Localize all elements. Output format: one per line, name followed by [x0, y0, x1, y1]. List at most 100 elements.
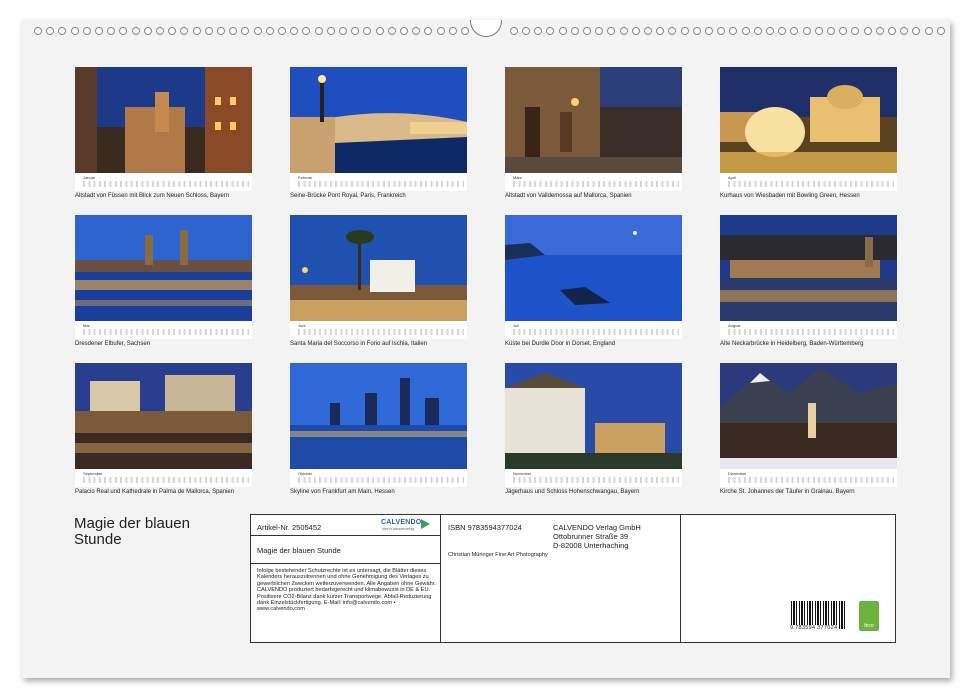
binding-ring — [802, 27, 811, 35]
month-label: März — [513, 175, 522, 180]
binding-ring — [448, 27, 457, 35]
author: Christian Müringer Fine Art Photography — [448, 552, 548, 558]
calendar-strip: Januar — [75, 173, 252, 191]
photo-april — [720, 67, 897, 173]
calendar-strip: November — [505, 469, 682, 487]
binding-ring — [290, 27, 299, 35]
info-panel: Artikel-Nr. 2505452 CALVENDO Mein Kalend… — [250, 514, 896, 643]
calvendo-logo: CALVENDO — [381, 519, 422, 526]
month-label: September — [83, 471, 103, 476]
binding-ring — [339, 27, 347, 35]
binding-ring — [814, 27, 823, 35]
binding-ring — [387, 27, 396, 35]
binding-ring — [692, 27, 701, 35]
binding-ring — [705, 27, 713, 35]
binding-ring — [253, 27, 262, 35]
binding-ring — [400, 27, 408, 35]
binding-ring — [583, 27, 591, 35]
photo-caption: Küste bei Durdle Door in Dorset, England — [505, 341, 616, 347]
month-label: November — [513, 471, 532, 476]
binding-ring — [95, 27, 103, 35]
feco-label: feco — [864, 623, 874, 629]
photo-mai — [75, 215, 252, 321]
photo-caption: Altstadt von Valldemossa auf Mallorca, S… — [505, 193, 632, 199]
legal-notice: Infolge bestehender Schutzrechte ist es … — [257, 568, 436, 613]
binding-ring — [778, 27, 787, 35]
binding-ring — [168, 27, 177, 35]
product-title: Magie der blauen Stunde — [257, 546, 341, 555]
day-grid — [83, 329, 249, 335]
calendar-strip: Juli — [505, 321, 682, 339]
photo-februar — [290, 67, 467, 173]
month-label: Juli — [513, 323, 520, 328]
binding-ring — [863, 27, 872, 35]
binding-ring — [351, 27, 360, 35]
feco-icon: feco — [859, 601, 879, 631]
calendar-strip: September — [75, 469, 252, 487]
binding-ring — [936, 27, 945, 35]
isbn: ISBN 9783594377024 — [448, 523, 522, 532]
binding-ring — [900, 27, 909, 35]
photo-caption: Santa Maria del Soccorso in Forio auf Is… — [290, 341, 428, 347]
article-number: Artikel-Nr. 2505452 — [257, 523, 322, 532]
month-label: Mai — [83, 323, 90, 328]
binding-ring — [522, 27, 530, 35]
month-label: Dezember — [728, 471, 747, 476]
calendar-title: Magie der blauen Stunde — [74, 515, 190, 548]
binding-ring — [119, 27, 128, 35]
day-grid — [83, 181, 249, 187]
photo-caption: Altstadt von Füssen mit Blick zum Neuen … — [75, 193, 230, 199]
calendar-strip: Juni — [290, 321, 467, 339]
binding-ring — [217, 27, 225, 35]
binding-ring — [753, 27, 762, 35]
binding-ring — [326, 27, 335, 35]
binding-ring — [656, 27, 665, 35]
day-grid — [513, 329, 679, 335]
photo-januar — [75, 67, 252, 173]
photo-juni — [290, 215, 467, 321]
photo-caption: Alte Neckarbrücke in Heidelberg, Baden-W… — [720, 341, 864, 347]
month-cell-januar: Januar Altstadt von Füssen mit Blick zum… — [75, 67, 252, 207]
calendar-strip: Dezember — [720, 469, 897, 487]
binding-ring — [680, 27, 689, 35]
day-grid — [728, 181, 894, 187]
binding-ring — [278, 27, 286, 35]
binding-ring — [302, 27, 311, 35]
calendar-strip: April — [720, 173, 897, 191]
binding-ring — [534, 27, 543, 35]
binding-ring — [717, 27, 726, 35]
binding-ring — [619, 27, 628, 35]
day-grid — [298, 477, 464, 483]
photo-caption: Seine-Brücke Pont Royal, Paris, Frankrei… — [290, 193, 406, 199]
month-label: Februar — [298, 175, 313, 180]
photo-caption: Skyline von Frankfurt am Main, Hessen — [290, 489, 395, 495]
binding-ring — [229, 27, 238, 35]
binding-ring — [143, 27, 152, 35]
day-grid — [728, 329, 894, 335]
day-grid — [83, 477, 249, 483]
day-grid — [298, 181, 464, 187]
month-cell-april: April Kurhaus von Wiesbaden mit Bowling … — [720, 67, 897, 207]
month-cell-dezember: Dezember Kirche St. Johannes der Täufer … — [720, 363, 897, 503]
binding-ring — [888, 27, 896, 35]
photo-oktober — [290, 363, 467, 469]
photo-caption: Kirche St. Johannes der Täufer in Graina… — [720, 489, 855, 495]
photo-september — [75, 363, 252, 469]
binding-ring — [461, 27, 469, 35]
binding-ring — [82, 27, 91, 35]
binding-ring — [509, 27, 518, 35]
binding-ring — [34, 27, 42, 35]
month-label: Oktober — [298, 471, 313, 476]
binding-ring — [156, 27, 164, 35]
day-grid — [728, 477, 894, 483]
day-grid — [513, 477, 679, 483]
binding-ring — [363, 27, 372, 35]
binding-ring — [424, 27, 433, 35]
binding-ring — [375, 27, 384, 35]
binding-ring — [131, 27, 140, 35]
binding-ring — [107, 27, 116, 35]
photo-juli — [505, 215, 682, 321]
binding-ring — [790, 27, 799, 35]
binding-ring — [265, 27, 274, 35]
month-cell-august: August Alte Neckarbrücke in Heidelberg, … — [720, 215, 897, 355]
